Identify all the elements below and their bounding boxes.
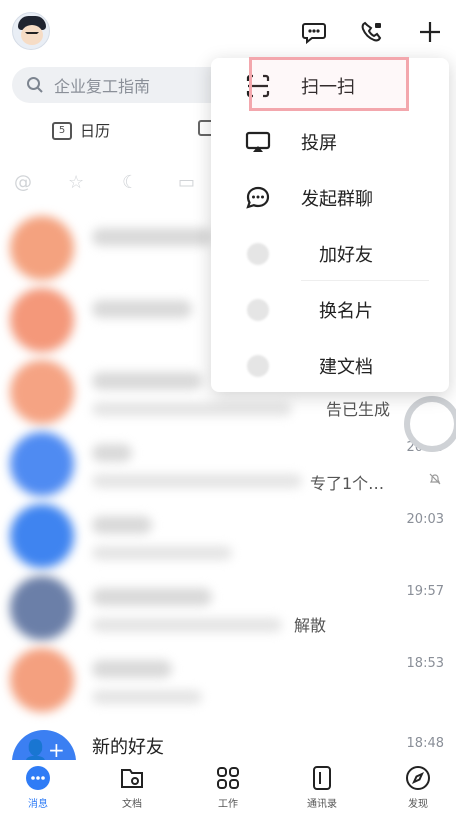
chat-time: 19:57	[406, 584, 444, 599]
chat-time: 20:03	[406, 512, 444, 527]
avatar	[10, 576, 74, 640]
top-bar	[0, 0, 456, 64]
chat-preview	[92, 474, 302, 488]
avatar	[10, 360, 74, 424]
list-item[interactable]: 20:03	[0, 502, 456, 574]
box-icon[interactable]: ▭	[178, 172, 195, 193]
tab-work[interactable]: 工作	[198, 764, 258, 810]
avatar	[10, 504, 74, 568]
tab-discover[interactable]: 发现	[388, 764, 448, 810]
menu-label: 换名片	[319, 301, 373, 322]
video-call-icon[interactable]	[358, 18, 386, 46]
menu-label: 发起群聊	[301, 189, 373, 210]
apps-grid-icon	[217, 767, 239, 789]
avatar	[10, 288, 74, 352]
screen-cast-icon	[243, 127, 273, 157]
contacts-icon	[313, 766, 331, 790]
moon-icon[interactable]: ☾	[122, 172, 138, 193]
tab-contacts[interactable]: 通讯录	[292, 764, 352, 810]
mute-bell-icon	[429, 473, 441, 485]
avatar	[10, 432, 74, 496]
chat-name	[92, 372, 202, 390]
menu-divider	[301, 280, 429, 281]
menu-label: 加好友	[319, 245, 373, 266]
chat-time: 18:53	[406, 656, 444, 671]
list-item[interactable]: 20:05 专了1个…	[0, 430, 456, 502]
floating-ball[interactable]	[404, 396, 456, 452]
chat-preview	[92, 402, 292, 416]
tab-label: 发现	[408, 799, 428, 810]
user-avatar[interactable]	[12, 12, 50, 50]
plus-icon[interactable]	[416, 18, 444, 46]
star-icon[interactable]: ☆	[68, 172, 84, 193]
tab-label: 通讯录	[307, 799, 337, 810]
avatar	[10, 648, 74, 712]
document-icon	[121, 769, 143, 788]
new-doc-icon	[243, 351, 273, 381]
chat-name	[92, 516, 152, 534]
scan-highlight-box	[249, 57, 409, 111]
mini-program-icon[interactable]	[300, 18, 328, 46]
chat-snippet: 告已生成	[326, 400, 391, 419]
tab-messages[interactable]: 消息	[8, 764, 68, 810]
bottom-nav: 消息 文档 工作 通讯录 发现	[0, 760, 456, 814]
at-icon[interactable]: @	[14, 172, 32, 193]
calendar-shortcut[interactable]: 5 日历	[52, 120, 110, 141]
chat-preview	[92, 690, 202, 704]
chat-name	[92, 444, 132, 462]
chat-snippet: 专了1个…	[310, 474, 385, 493]
group-chat-icon	[243, 183, 273, 213]
search-placeholder: 企业复工指南	[54, 77, 151, 96]
chat-name	[92, 660, 172, 678]
chat-preview	[92, 618, 282, 632]
menu-item-group-chat[interactable]: 发起群聊	[211, 170, 449, 226]
filter-icons-row: @ ☆ ☾ ▭	[0, 172, 220, 200]
menu-item-business-card[interactable]: 换名片	[211, 282, 449, 338]
calendar-icon: 5	[52, 121, 72, 140]
menu-label: 投屏	[301, 133, 337, 154]
tab-label: 文档	[122, 799, 142, 810]
business-card-icon	[243, 295, 273, 325]
avatar	[10, 216, 74, 280]
chat-snippet: 解散	[294, 616, 327, 635]
tab-label: 工作	[218, 799, 238, 810]
new-friend-time: 18:48	[406, 736, 444, 751]
chat-name	[92, 228, 212, 246]
chat-name	[92, 300, 192, 318]
chat-name	[92, 588, 212, 606]
chat-preview	[92, 546, 232, 560]
message-icon	[26, 766, 50, 790]
tab-label: 消息	[28, 799, 48, 810]
compass-icon	[406, 766, 430, 790]
search-icon	[27, 77, 43, 93]
menu-item-new-doc[interactable]: 建文档	[211, 338, 449, 394]
list-item[interactable]: 18:53	[0, 646, 456, 718]
menu-item-add-friend[interactable]: 加好友	[211, 226, 449, 282]
list-item[interactable]: 19:57 解散	[0, 574, 456, 646]
new-friend-title[interactable]: 新的好友	[92, 733, 164, 759]
menu-label: 建文档	[319, 357, 373, 378]
menu-item-screen-cast[interactable]: 投屏	[211, 114, 449, 170]
tab-documents[interactable]: 文档	[102, 764, 162, 810]
calendar-label: 日历	[80, 122, 111, 140]
add-friend-icon	[243, 239, 273, 269]
